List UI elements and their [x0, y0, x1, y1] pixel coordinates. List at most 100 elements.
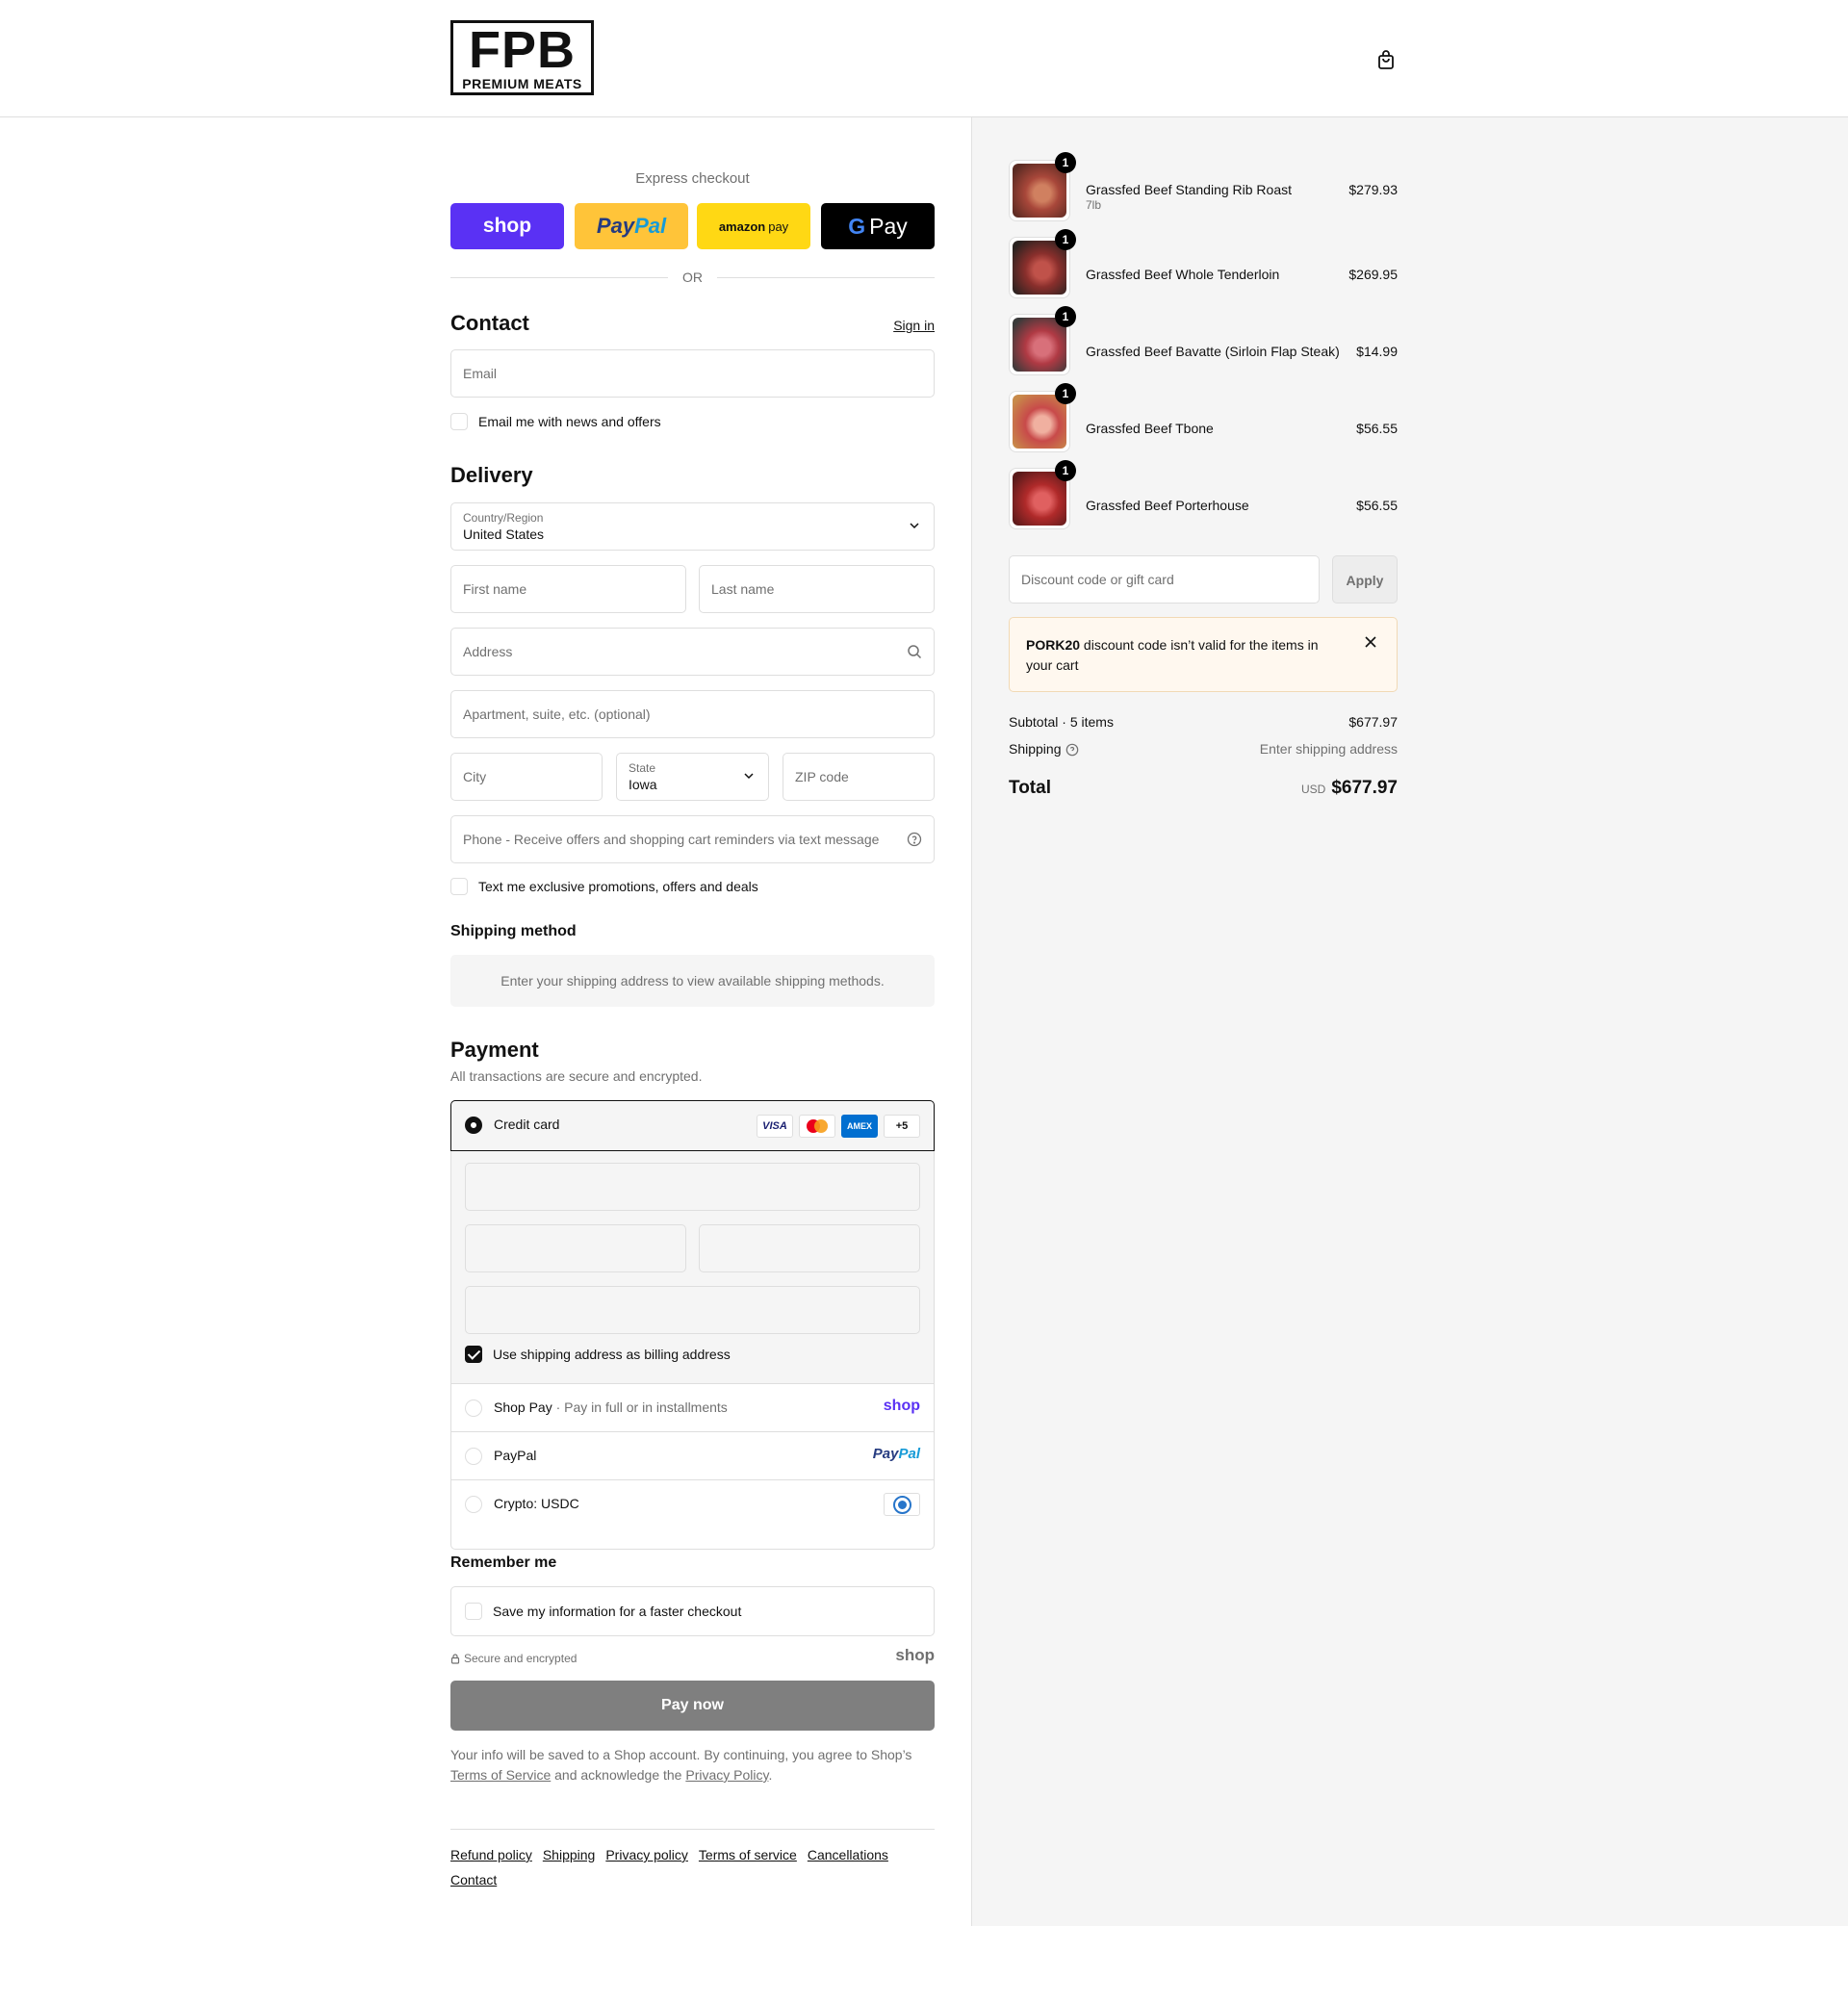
discount-input[interactable]: Discount code or gift card: [1009, 555, 1320, 603]
product-image: [1013, 164, 1066, 218]
remember-me-box: Save my information for a faster checkou…: [450, 1586, 935, 1636]
help-icon[interactable]: [907, 832, 922, 847]
privacy-policy-link[interactable]: Privacy Policy: [685, 1767, 768, 1783]
privacy-policy-footer-link[interactable]: Privacy policy: [605, 1842, 688, 1867]
last-name-field[interactable]: Last name: [699, 565, 935, 613]
product-price: $269.95: [1348, 267, 1398, 282]
save-info-checkbox[interactable]: [465, 1603, 482, 1620]
apply-discount-button[interactable]: Apply: [1332, 555, 1398, 603]
country-select[interactable]: Country/Region United States: [450, 502, 935, 551]
legal-line: Your info will be saved to a Shop accoun…: [450, 1747, 912, 1762]
card-number-field[interactable]: [465, 1163, 920, 1211]
state-value: Iowa: [629, 777, 657, 792]
logo-main-text: FPB: [469, 21, 576, 79]
discount-placeholder: Discount code or gift card: [1021, 572, 1174, 587]
paypal-logo: PayPal: [872, 1446, 920, 1462]
paypal-logo-pal: Pal: [634, 214, 667, 238]
city-field[interactable]: City: [450, 753, 603, 801]
product-name: Grassfed Beef Whole Tenderloin: [1086, 267, 1280, 282]
name-on-card-field[interactable]: [465, 1286, 920, 1334]
amex-icon: AMEX: [841, 1115, 878, 1138]
order-summary-panel: [971, 117, 1848, 1926]
terms-of-service-link[interactable]: Terms of Service: [450, 1767, 551, 1783]
state-select[interactable]: State Iowa: [616, 753, 769, 801]
quantity-badge: 1: [1055, 229, 1076, 250]
zip-field[interactable]: ZIP code: [783, 753, 935, 801]
close-icon[interactable]: [1364, 635, 1377, 649]
secure-text: Secure and encrypted: [464, 1652, 578, 1665]
quantity-badge: 1: [1055, 306, 1076, 327]
product-variant: 7lb: [1086, 198, 1102, 212]
paypal-radio[interactable]: [465, 1448, 482, 1465]
billing-checkbox[interactable]: [465, 1346, 482, 1363]
phone-placeholder: Phone - Receive offers and shopping cart…: [463, 832, 880, 847]
pay-now-button[interactable]: Pay now: [450, 1681, 935, 1731]
country-value: United States: [463, 526, 545, 542]
product-name: Grassfed Beef Porterhouse: [1086, 498, 1249, 513]
amazon-pay-express-button[interactable]: amazon pay: [697, 203, 810, 249]
legal-end: .: [768, 1767, 773, 1783]
billing-checkbox-row[interactable]: Use shipping address as billing address: [465, 1345, 731, 1364]
discount-error-alert: PORK20 discount code isn’t valid for the…: [1009, 617, 1398, 692]
logo-sub-text: PREMIUM MEATS: [462, 76, 582, 91]
shop-pay-radio[interactable]: [465, 1400, 482, 1417]
subtotal-value: $677.97: [1348, 714, 1398, 730]
product-name: Grassfed Beef Standing Rib Roast: [1086, 182, 1293, 197]
cart-item: 1 Grassfed Beef Standing Rib Roast 7lb $279…: [1009, 152, 1398, 221]
refund-policy-link[interactable]: Refund policy: [450, 1842, 532, 1867]
credit-card-option[interactable]: Credit card VISA AMEX +5: [450, 1100, 935, 1151]
paypal-express-button[interactable]: Pay Pal: [575, 203, 688, 249]
address-field[interactable]: Address: [450, 628, 935, 676]
product-price: $14.99: [1356, 344, 1398, 359]
apartment-field[interactable]: Apartment, suite, etc. (optional): [450, 690, 935, 738]
sms-checkbox[interactable]: [450, 878, 468, 895]
shop-logo: shop: [895, 1646, 935, 1664]
product-name: Grassfed Beef Bavatte (Sirloin Flap Stea…: [1086, 344, 1340, 359]
terms-of-service-footer-link[interactable]: Terms of service: [699, 1842, 797, 1867]
store-logo[interactable]: FPB PREMIUM MEATS: [450, 20, 594, 95]
address-placeholder: Address: [463, 644, 513, 659]
first-name-field[interactable]: First name: [450, 565, 686, 613]
news-checkbox[interactable]: [450, 413, 468, 430]
total-amount: USD $677.97: [1301, 778, 1398, 799]
discount-code: PORK20: [1026, 637, 1081, 653]
header: FPB PREMIUM MEATS: [0, 0, 1848, 117]
email-field[interactable]: Email: [450, 349, 935, 398]
product-image: [1013, 472, 1066, 526]
product-image: [1013, 318, 1066, 372]
save-info-checkbox-row[interactable]: Save my information for a faster checkou…: [465, 1602, 741, 1621]
shipping-method-placeholder: Enter your shipping address to view avai…: [450, 955, 935, 1007]
total-row: Total USD $677.97: [1009, 778, 1398, 799]
product-price: $56.55: [1356, 421, 1398, 436]
chevron-down-icon: [744, 773, 754, 780]
save-info-label: Save my information for a faster checkou…: [493, 1604, 742, 1619]
sms-checkbox-row[interactable]: Text me exclusive promotions, offers and…: [450, 877, 758, 896]
expiry-field[interactable]: [465, 1224, 686, 1272]
sign-in-link[interactable]: Sign in: [893, 318, 935, 333]
google-pay-express-button[interactable]: G Pay: [821, 203, 935, 249]
paypal-logo-pay: Pay: [596, 214, 635, 238]
quantity-badge: 1: [1055, 152, 1076, 173]
shipping-link[interactable]: Shipping: [543, 1842, 596, 1867]
phone-field[interactable]: Phone - Receive offers and shopping cart…: [450, 815, 935, 863]
google-g-icon: G: [848, 213, 866, 239]
footer-divider: [450, 1829, 935, 1830]
card-brands: VISA AMEX +5: [757, 1115, 920, 1138]
security-code-field[interactable]: [699, 1224, 920, 1272]
news-checkbox-row[interactable]: Email me with news and offers: [450, 412, 661, 431]
news-checkbox-label: Email me with news and offers: [478, 414, 661, 429]
paypal-option[interactable]: PayPal PayPal: [451, 1432, 934, 1480]
legal-mid: and acknowledge the: [554, 1767, 682, 1783]
payment-methods: Credit card VISA AMEX +5 Use shipping ad…: [450, 1100, 935, 1550]
cart-item: 1 Grassfed Beef Bavatte (Sirloin Flap Ste…: [1009, 306, 1398, 375]
cancellations-link[interactable]: Cancellations: [808, 1842, 888, 1867]
contact-link[interactable]: Contact: [450, 1867, 497, 1892]
shop-pay-express-button[interactable]: shop: [450, 203, 564, 249]
apartment-placeholder: Apartment, suite, etc. (optional): [463, 706, 651, 722]
help-icon[interactable]: [1065, 743, 1079, 757]
crypto-option[interactable]: Crypto: USDC: [451, 1480, 934, 1528]
shopping-bag-icon[interactable]: [1374, 48, 1398, 71]
credit-card-radio[interactable]: [465, 1117, 482, 1134]
crypto-radio[interactable]: [465, 1496, 482, 1513]
shop-pay-option[interactable]: Shop Pay · Pay in full or in installment…: [451, 1384, 934, 1432]
